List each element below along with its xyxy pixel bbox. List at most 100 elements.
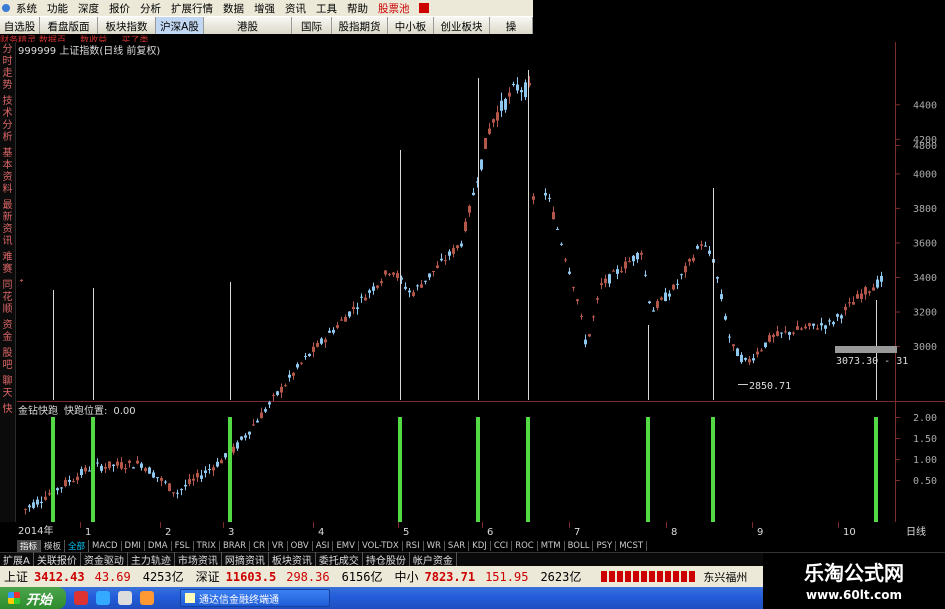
indicator-tab[interactable]: TRIX [194,541,220,551]
time-axis-start: 2014年 [18,524,53,537]
function-tab[interactable]: 持仓股份 [363,552,410,567]
candle-body [248,431,251,435]
quicklaunch-media-icon[interactable] [140,591,154,605]
indicator-tab[interactable]: SAR [445,541,470,551]
indicator-tab[interactable]: BRAR [220,541,251,551]
start-button[interactable]: 开始 [0,587,66,609]
indicator-tab[interactable]: VOL-TDX [359,541,403,551]
volume-strip [601,571,698,582]
function-tab[interactable]: 帐户资金 [410,552,457,567]
function-tab[interactable]: 委托成交 [316,552,363,567]
candle-body [444,260,447,262]
candle-wick [805,323,806,330]
indicator-tab[interactable]: WR [424,541,445,551]
candle-body [152,472,155,478]
month-tick-mark [160,522,161,528]
candle-body [160,478,163,481]
price-tick-mark [895,104,900,106]
indicator-tab[interactable]: MTM [538,541,565,551]
quicklaunch-app-icon[interactable] [74,591,88,605]
indicator-tab[interactable]: ROC [512,541,538,551]
function-tab[interactable]: 资金驱动 [81,552,128,567]
candle-body [448,251,451,256]
candle-body [204,470,207,473]
indicator-tab[interactable]: DMI [122,541,145,551]
indicator-tab[interactable]: FSL [172,541,194,551]
candle-body [508,92,511,97]
quicklaunch-ie-icon[interactable] [96,591,110,605]
candle-body [440,258,443,261]
candle-body [876,279,879,288]
signal-bar [91,417,95,522]
taskbar-window-button[interactable]: 通达信金融终端通 [180,589,330,607]
signal-bar [51,417,55,522]
indicator-tab[interactable]: BOLL [565,541,594,551]
price-tick-mark [895,242,900,244]
indicator-tab[interactable]: PSY [593,541,617,551]
candle-body [300,362,303,364]
month-tick-mark [569,522,570,528]
candle-body [732,344,735,347]
indicator-tab[interactable]: OBV [288,541,313,551]
candle-body [176,492,179,494]
candle-wick [441,253,442,262]
indicator-tab[interactable]: MCST [616,541,648,551]
indicator-tab[interactable]: CR [250,541,269,551]
candle-wick [369,288,370,299]
sz-change: 298.36 [286,569,330,584]
candle-body [32,502,35,508]
candle-body [284,385,287,387]
candle-body [560,243,563,245]
quicklaunch-desktop-icon[interactable] [118,591,132,605]
indicator-tab[interactable]: CCI [491,541,513,551]
candle-body [468,205,471,213]
indicator-tab[interactable]: 全部 [65,540,90,552]
candle-body [664,292,667,301]
watermark-url: www.60lt.com [805,588,903,602]
candle-body [344,317,347,322]
candle-body [148,467,151,474]
candle-wick [445,254,446,265]
kline-chart[interactable]: 4800440042004000380036003400320030002.00… [0,0,945,540]
signal-bar [646,417,650,522]
month-tick-mark [223,522,224,528]
candle-wick [841,313,842,324]
zx-label: 中小 [394,570,419,584]
candle-body [612,270,615,272]
sz-value: 11603.5 [225,569,277,584]
indicator-tab[interactable]: MACD [89,541,122,551]
function-tab[interactable]: 关联报价 [34,552,81,567]
month-label: 6 [487,527,493,538]
candle-body [716,276,719,279]
candle-body [164,481,167,483]
candle-body [840,315,843,319]
indicator-tab[interactable]: KDJ [469,541,491,551]
function-tab[interactable]: 网摘资讯 [222,552,269,567]
candle-body [240,436,243,440]
candle-body [552,212,555,220]
function-tab[interactable]: 扩展A [0,552,34,567]
news-scroll[interactable]: 东兴福州 [703,569,747,585]
indicator-tab[interactable]: 指标 [17,540,42,552]
indicator-tab[interactable]: 模板 [41,540,66,552]
indicator-tick-mark [895,417,900,418]
indicator-tab[interactable]: DMA [145,541,172,551]
month-label: 3 [228,527,234,538]
function-tab[interactable]: 板块资讯 [269,552,316,567]
function-tab[interactable]: 市场资讯 [175,552,222,567]
signal-marker-line [230,282,231,400]
indicator-tab[interactable]: ASI [313,541,334,551]
candle-body [504,99,507,110]
indicator-tab-bar: 指标 模板 全部 MACD DMI DMA FSL TRIX BRAR CR VR OBV ASI EMV… [0,540,945,552]
candle-body [580,315,583,317]
candle-body [404,286,407,289]
low-price-label: 2850.71 [749,381,791,392]
candle-body [292,372,295,376]
indicator-tab[interactable]: VR [269,541,288,551]
candle-body [384,270,387,275]
indicator-tab[interactable]: RSI [403,541,424,551]
right-axis-line [895,42,896,522]
function-tab[interactable]: 主力轨迹 [128,552,175,567]
indicator-tab[interactable]: EMV [333,541,359,551]
watermark: 乐淘公式网 www.60lt.com [763,553,945,609]
